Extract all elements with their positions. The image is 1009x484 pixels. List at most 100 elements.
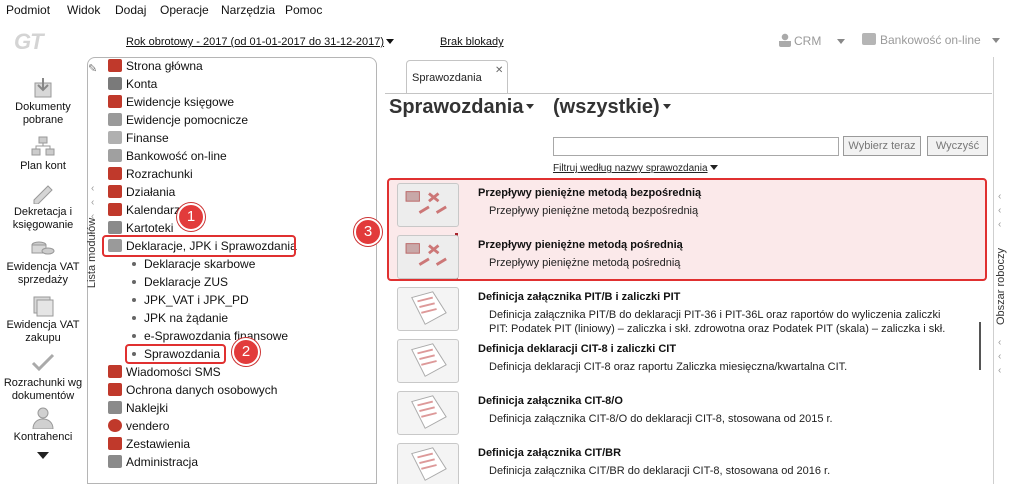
tab-label: Sprawozdania: [412, 72, 482, 84]
report-row-selected[interactable]: Przepływy pieniężne metodą pośrednią Prz…: [397, 233, 987, 285]
tab-divider: [385, 93, 992, 94]
chevron-down-icon: [662, 104, 671, 109]
submodule-item[interactable]: e-Sprawozdania finansowe: [132, 327, 288, 345]
expand-workspace-icon[interactable]: ‹ ‹ ‹: [998, 190, 1001, 232]
scrollbar-thumb[interactable]: [979, 322, 981, 370]
report-row[interactable]: Przepływy pieniężne metodą bezpośrednią …: [397, 181, 987, 233]
sidebar-item-kontrahenci[interactable]: Kontrahenci: [0, 407, 86, 444]
module-item[interactable]: Ochrona danych osobowych: [108, 381, 277, 399]
module-item[interactable]: Finanse: [108, 129, 169, 147]
crm-button[interactable]: CRM: [779, 33, 845, 49]
sidebar-item-dekretacja[interactable]: Dekretacja i księgowanie: [0, 182, 86, 232]
module-item[interactable]: Administracja: [108, 453, 198, 471]
bank-icon: [108, 149, 122, 162]
module-item[interactable]: Naklejki: [108, 399, 168, 417]
module-item[interactable]: Konta: [108, 75, 157, 93]
module-item[interactable]: Zestawienia: [108, 435, 190, 453]
callout-badge-3: 3: [354, 218, 382, 246]
app-logo: GT: [14, 29, 44, 54]
cash-flow-icon: [397, 183, 459, 227]
form-document-icon: [397, 287, 459, 331]
filter-by-name-dropdown[interactable]: Filtruj według nazwy sprawozdania: [553, 163, 718, 174]
sidebar-item-rozrachunki[interactable]: Rozrachunki wg dokumentów: [0, 353, 86, 403]
report-filter-dropdown[interactable]: (wszystkie): [553, 96, 671, 119]
expand-workspace-icon[interactable]: ‹ ‹ ‹: [998, 336, 1001, 378]
module-label: Konta: [126, 77, 158, 91]
report-category-dropdown[interactable]: Sprawozdania: [389, 96, 535, 119]
person-icon: [779, 33, 791, 47]
module-item[interactable]: Bankowość on-line: [108, 147, 227, 165]
report-row[interactable]: Definicja załącznika PIT/B i zaliczki PI…: [397, 285, 987, 337]
sidebar-item-plan-kont[interactable]: Plan kont: [0, 136, 86, 173]
menu-narzedzia[interactable]: Narzędzia: [221, 3, 275, 17]
report-title: Definicja załącznika CIT-8/O: [478, 395, 623, 407]
module-item[interactable]: Rozrachunki: [108, 165, 193, 183]
highlight-sprawozdania: [125, 344, 226, 364]
bullet-icon: [132, 262, 136, 266]
sidebar-label: Plan kont: [20, 160, 66, 172]
module-item[interactable]: Ewidencje księgowe: [108, 93, 234, 111]
module-item[interactable]: vendero: [108, 417, 169, 435]
bullet-icon: [132, 280, 136, 284]
form-document-icon: [397, 391, 459, 435]
pin-icon[interactable]: ✎: [88, 62, 100, 75]
search-input[interactable]: [553, 137, 839, 156]
sidebar-item-vat-zakupu[interactable]: Ewidencja VAT zakupu: [0, 295, 86, 345]
sidebar-label: Rozrachunki wg dokumentów: [3, 377, 83, 402]
report-row[interactable]: Definicja załącznika CIT-8/O Definicja z…: [397, 389, 987, 441]
submodule-item[interactable]: JPK na żądanie: [132, 309, 228, 327]
module-label: Administracja: [126, 455, 199, 469]
menu-dodaj[interactable]: Dodaj: [115, 3, 146, 17]
report-description: Definicja załącznika PIT/B do deklaracji…: [489, 309, 946, 335]
module-label: Ewidencje księgowe: [126, 95, 235, 109]
module-item[interactable]: Działania: [108, 183, 175, 201]
module-label: Rozrachunki: [126, 167, 193, 181]
chevron-down-icon: [386, 39, 395, 44]
online-banking-button[interactable]: Bankowość on-line: [862, 33, 1001, 49]
module-label: Naklejki: [126, 401, 169, 415]
sidebar-label: Dekretacja i księgowanie: [12, 206, 74, 231]
callout-badge-1: 1: [177, 203, 205, 231]
fiscal-year-label: Rok obrotowy - 2017 (od 01-01-2017 do 31…: [126, 36, 385, 48]
report-row[interactable]: Definicja załącznika CIT/BR Definicja za…: [397, 441, 987, 484]
bullet-icon: [132, 334, 136, 338]
menu-podmiot[interactable]: Podmiot: [6, 3, 50, 17]
labels-icon: [108, 401, 122, 414]
admin-icon: [108, 455, 122, 468]
close-icon[interactable]: ✕: [495, 65, 503, 76]
module-item[interactable]: Wiadomości SMS: [108, 363, 221, 381]
lock-status-link[interactable]: Brak blokady: [440, 36, 504, 48]
module-item[interactable]: Strona główna: [108, 57, 203, 75]
module-label: Bankowość on-line: [126, 149, 227, 163]
accounts-icon: [108, 77, 122, 90]
vat-purchase-icon: [33, 296, 54, 317]
sidebar-scroll-down-icon[interactable]: [37, 452, 49, 459]
module-item[interactable]: Ewidencje pomocnicze: [108, 111, 248, 129]
finance-icon: [108, 131, 122, 144]
fiscal-year-selector[interactable]: Rok obrotowy - 2017 (od 01-01-2017 do 31…: [126, 36, 395, 48]
home-icon: [108, 59, 122, 72]
report-row[interactable]: Definicja deklaracji CIT-8 i zaliczki CI…: [397, 337, 987, 389]
records-icon: [108, 221, 122, 234]
menu-widok[interactable]: Widok: [67, 3, 100, 17]
data-protection-icon: [108, 383, 122, 396]
tab-sprawozdania[interactable]: Sprawozdania ✕: [406, 60, 508, 94]
sidebar-item-vat-sprzedazy[interactable]: Ewidencja VAT sprzedaży: [0, 237, 86, 287]
report-description: Definicja deklaracji CIT-8 oraz raportu …: [489, 361, 848, 373]
sidebar-label: Ewidencja VAT sprzedaży: [6, 261, 80, 286]
module-label: Finanse: [126, 131, 169, 145]
collapse-left-icon[interactable]: ‹ ‹ ‹: [91, 182, 94, 224]
sidebar-item-dokumenty-pobrane[interactable]: Dokumenty pobrane: [0, 77, 86, 127]
menu-pomoc[interactable]: Pomoc: [285, 3, 322, 17]
module-label: Kartoteki: [126, 221, 174, 235]
highlight-deklaracje: [102, 235, 296, 257]
submodule-item[interactable]: Deklaracje skarbowe: [132, 255, 255, 273]
submodule-item[interactable]: Deklaracje ZUS: [132, 273, 228, 291]
callout-badge-2: 2: [232, 338, 260, 366]
module-item[interactable]: Kalendarz: [108, 201, 180, 219]
submodule-item[interactable]: JPK_VAT i JPK_PD: [132, 291, 249, 309]
bullet-icon: [132, 298, 136, 302]
select-now-button[interactable]: Wybierz teraz: [843, 136, 921, 156]
clear-button[interactable]: Wyczyść: [927, 136, 988, 156]
menu-operacje[interactable]: Operacje: [160, 3, 209, 17]
